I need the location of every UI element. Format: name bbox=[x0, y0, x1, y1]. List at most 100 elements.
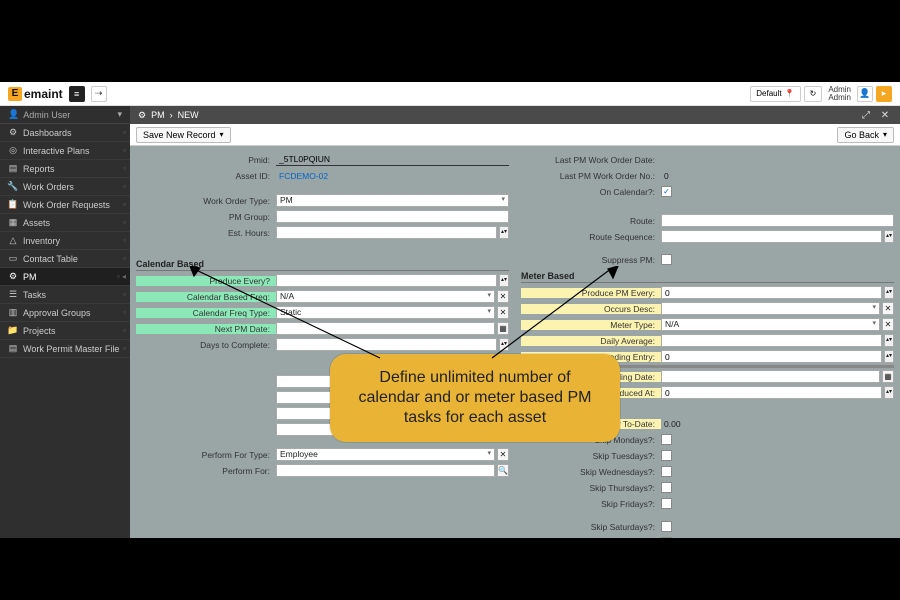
spinner-icon[interactable]: ▴▾ bbox=[884, 230, 894, 243]
file-icon: ▤ bbox=[8, 343, 18, 354]
oncal-checkbox[interactable] bbox=[661, 186, 672, 197]
pmgroup-label: PM Group: bbox=[136, 212, 276, 222]
sidebar-user[interactable]: 👤 Admin User ▾ bbox=[0, 106, 130, 124]
da-input[interactable] bbox=[661, 334, 882, 347]
skip-wed-checkbox[interactable] bbox=[661, 466, 672, 477]
back-button[interactable]: Go Back bbox=[837, 127, 894, 143]
pft-label: Perform For Type: bbox=[136, 450, 276, 460]
clear-icon[interactable]: ✕ bbox=[882, 318, 894, 331]
wotype-select[interactable]: PM bbox=[276, 194, 509, 207]
wotype-label: Work Order Type: bbox=[136, 196, 276, 206]
skth-label: Skip Thursdays?: bbox=[521, 483, 661, 493]
user-icon[interactable]: 👤 bbox=[857, 86, 873, 102]
skip-mon-checkbox[interactable] bbox=[661, 434, 672, 445]
spinner-icon[interactable]: ▴▾ bbox=[884, 286, 894, 299]
sidebar-item-dashboards[interactable]: ⚙Dashboards▫ bbox=[0, 124, 130, 142]
sidebar-item-plans[interactable]: ◎Interactive Plans▫ bbox=[0, 142, 130, 160]
mt-select[interactable]: N/A bbox=[661, 318, 880, 331]
arrow-right-icon bbox=[490, 266, 620, 366]
admin-label: AdminAdmin bbox=[825, 86, 854, 102]
gauge-icon: ⚙ bbox=[8, 127, 18, 138]
skip-thu-checkbox[interactable] bbox=[661, 482, 672, 493]
route-input[interactable] bbox=[661, 214, 894, 227]
lwd-label: Last PM Work Order Date: bbox=[521, 155, 661, 165]
spinner-icon[interactable]: ▴▾ bbox=[884, 334, 894, 347]
est-input[interactable] bbox=[276, 226, 497, 239]
clear-icon[interactable]: ✕ bbox=[497, 448, 509, 461]
pmid-input[interactable] bbox=[276, 153, 509, 166]
toolbar: Save New Record Go Back bbox=[130, 124, 900, 146]
folder-icon: 📁 bbox=[8, 325, 18, 336]
notify-icon[interactable]: ▸ bbox=[876, 86, 892, 102]
mtd-value: 0.00 bbox=[661, 419, 681, 429]
rseq-label: Route Sequence: bbox=[521, 232, 661, 242]
sidebar-item-workorders[interactable]: 🔧Work Orders▫ bbox=[0, 178, 130, 196]
refresh-button[interactable]: ↻ bbox=[804, 86, 823, 102]
crumb-page: NEW bbox=[178, 110, 199, 120]
topbar: Eemaint ≡ ⇢ Default 📍 ↻ AdminAdmin 👤 ▸ bbox=[0, 82, 900, 106]
sidebar-item-worequests[interactable]: 📋Work Order Requests▫ bbox=[0, 196, 130, 214]
crumb-module: PM bbox=[151, 110, 165, 120]
clipboard-icon: 📋 bbox=[8, 199, 18, 210]
calendar-icon[interactable]: ▦ bbox=[882, 370, 894, 383]
spinner-icon[interactable]: ▴▾ bbox=[499, 226, 509, 239]
expand-icon[interactable]: ⤢ bbox=[859, 108, 873, 122]
lwn-label: Last PM Work Order No.: bbox=[521, 171, 661, 181]
lwn-value: 0 bbox=[661, 171, 669, 181]
default-button[interactable]: Default 📍 bbox=[750, 86, 800, 102]
gear-icon: ⚙ bbox=[8, 271, 18, 282]
sidebar-item-inventory[interactable]: △Inventory▫ bbox=[0, 232, 130, 250]
sup-label: Suppress PM: bbox=[521, 255, 661, 265]
target-icon: ◎ bbox=[8, 145, 18, 156]
search-icon[interactable]: 🔍 bbox=[497, 464, 509, 477]
box-icon: △ bbox=[8, 235, 18, 246]
close-icon[interactable]: ✕ bbox=[878, 108, 892, 122]
sidebar-item-projects[interactable]: 📁Projects▫ bbox=[0, 322, 130, 340]
od-select[interactable] bbox=[661, 302, 880, 315]
brand-logo: Eemaint bbox=[8, 87, 63, 101]
menu-icon[interactable]: ≡ bbox=[69, 86, 85, 102]
rseq-input[interactable] bbox=[661, 230, 882, 243]
form-area: Pmid: Asset ID:FCDEMO-02 Work Order Type… bbox=[130, 146, 900, 538]
sksu-label: Skip Sundays?: bbox=[521, 538, 661, 539]
asset-label: Asset ID: bbox=[136, 171, 276, 181]
spinner-icon[interactable]: ▴▾ bbox=[884, 350, 894, 363]
sidebar-item-approval[interactable]: ▥Approval Groups▫ bbox=[0, 304, 130, 322]
sidebar-item-reports[interactable]: ▤Reports▫ bbox=[0, 160, 130, 178]
save-button[interactable]: Save New Record bbox=[136, 127, 231, 143]
wrench-icon: 🔧 bbox=[8, 181, 18, 192]
est-label: Est. Hours: bbox=[136, 228, 276, 238]
ppe-input[interactable] bbox=[661, 286, 882, 299]
list-icon: ☰ bbox=[8, 289, 18, 300]
clear-icon[interactable]: ✕ bbox=[882, 302, 894, 315]
skt-label: Skip Tuesdays?: bbox=[521, 451, 661, 461]
skip-tue-checkbox[interactable] bbox=[661, 450, 672, 461]
report-icon: ▤ bbox=[8, 163, 18, 174]
asset-link[interactable]: FCDEMO-02 bbox=[276, 171, 328, 181]
lmrd-input[interactable] bbox=[661, 370, 880, 383]
breadcrumb: ⚙ PM › NEW ⤢ ✕ bbox=[130, 106, 900, 124]
spinner-icon[interactable]: ▴▾ bbox=[884, 386, 894, 399]
lmre-input[interactable] bbox=[661, 350, 882, 363]
skw-label: Skip Wednesdays?: bbox=[521, 467, 661, 477]
suppress-checkbox[interactable] bbox=[661, 254, 672, 265]
pmgroup-input[interactable] bbox=[276, 210, 509, 223]
sks-label: Skip Saturdays?: bbox=[521, 522, 661, 532]
sidebar-item-tasks[interactable]: ☰Tasks▫ bbox=[0, 286, 130, 304]
pft-select[interactable]: Employee bbox=[276, 448, 495, 461]
sidebar-item-permit[interactable]: ▤Work Permit Master File▫ bbox=[0, 340, 130, 358]
pf-input[interactable] bbox=[276, 464, 495, 477]
sidebar-item-assets[interactable]: ▦Assets▫ bbox=[0, 214, 130, 232]
lpao-input[interactable] bbox=[661, 386, 882, 399]
skip-sun-checkbox[interactable] bbox=[661, 537, 672, 538]
skip-sat-checkbox[interactable] bbox=[661, 521, 672, 532]
card-icon: ▭ bbox=[8, 253, 18, 264]
skf-label: Skip Fridays?: bbox=[521, 499, 661, 509]
sidebar-item-contacts[interactable]: ▭Contact Table▫ bbox=[0, 250, 130, 268]
sidebar-item-pm[interactable]: ⚙PM▫ ◂ bbox=[0, 268, 130, 286]
share-icon[interactable]: ⇢ bbox=[91, 86, 107, 102]
callout: Define unlimited number of calendar and … bbox=[330, 354, 620, 442]
skip-fri-checkbox[interactable] bbox=[661, 498, 672, 509]
pmid-label: Pmid: bbox=[136, 155, 276, 165]
sidebar: 👤 Admin User ▾ ⚙Dashboards▫ ◎Interactive… bbox=[0, 106, 130, 538]
